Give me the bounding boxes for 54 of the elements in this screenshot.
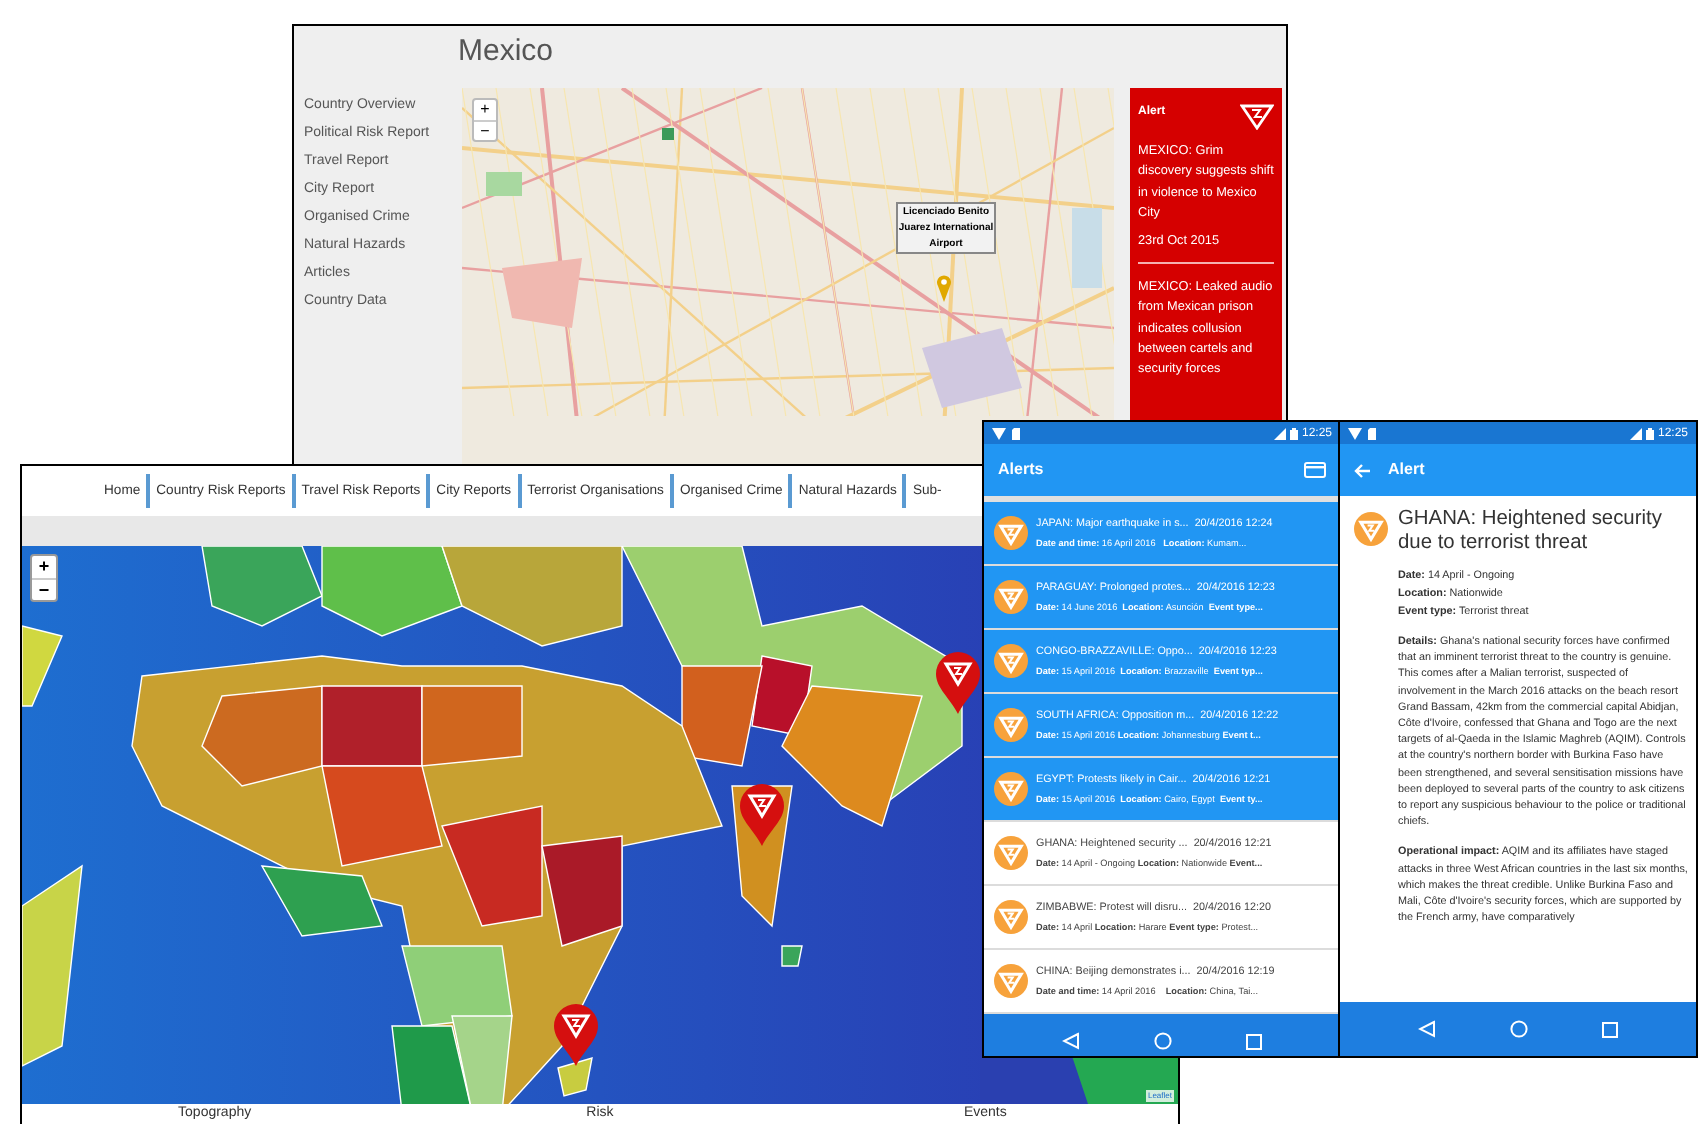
back-icon[interactable] — [1061, 1032, 1080, 1050]
country-shape[interactable] — [441, 805, 543, 927]
country-shape[interactable] — [321, 685, 423, 767]
home-icon[interactable] — [1153, 1032, 1172, 1050]
sd-card-icon — [1012, 427, 1020, 439]
warning-logo-icon — [1354, 512, 1388, 546]
country-shape[interactable] — [321, 765, 443, 867]
recent-apps-icon[interactable] — [1602, 1021, 1619, 1037]
battery-icon — [1645, 427, 1654, 439]
country-shape[interactable] — [401, 945, 513, 1027]
map-marker-icon[interactable] — [936, 652, 980, 714]
zoom-out-button[interactable]: − — [474, 120, 496, 140]
warning-logo-icon — [994, 900, 1028, 934]
country-shape[interactable] — [421, 685, 523, 767]
country-shape[interactable] — [557, 1057, 593, 1097]
signal-icon — [1273, 427, 1286, 439]
country-shape[interactable] — [22, 625, 63, 707]
country-shape[interactable] — [541, 835, 623, 947]
app-bar-title: Alerts — [998, 458, 1044, 482]
warning-logo-icon — [994, 708, 1028, 742]
page-title: Mexico — [456, 32, 556, 72]
warning-logo-icon — [994, 580, 1028, 614]
wifi-icon — [1348, 427, 1362, 439]
home-icon[interactable] — [1509, 1020, 1528, 1038]
country-shape[interactable] — [22, 864, 83, 1068]
warning-logo-icon — [994, 836, 1028, 870]
warning-logo-icon — [994, 644, 1028, 678]
country-shape[interactable] — [201, 685, 323, 787]
warning-logo-icon — [994, 964, 1028, 998]
map-marker-icon[interactable] — [554, 1004, 598, 1066]
warning-logo-icon — [994, 772, 1028, 806]
card-icon[interactable] — [1304, 462, 1326, 478]
app-bar-title: Alert — [1388, 458, 1425, 482]
country-shape[interactable] — [781, 945, 803, 967]
back-icon[interactable] — [1417, 1020, 1436, 1038]
signal-icon — [1629, 427, 1642, 439]
country-shape[interactable] — [451, 1015, 513, 1104]
zoom-in-button[interactable]: + — [474, 100, 496, 120]
recent-apps-icon[interactable] — [1246, 1033, 1263, 1049]
alert-heading: GHANA: Heightened security due to terrorist threat — [1398, 508, 1664, 556]
map-marker-icon[interactable] — [740, 784, 784, 846]
warning-logo-icon — [994, 516, 1028, 550]
country-shape[interactable] — [391, 1025, 473, 1104]
country-shape[interactable] — [681, 665, 763, 767]
zoom-in-button[interactable]: + — [32, 556, 56, 578]
zoom-out-button[interactable]: − — [32, 578, 56, 600]
country-shape[interactable] — [260, 865, 383, 937]
sd-card-icon — [1368, 427, 1376, 439]
country-shape[interactable] — [441, 546, 623, 647]
back-arrow-icon[interactable] — [1354, 463, 1370, 477]
wifi-icon — [992, 427, 1006, 439]
logo-icon — [1240, 104, 1274, 130]
battery-icon — [1289, 427, 1298, 439]
country-shape[interactable] — [781, 685, 923, 827]
